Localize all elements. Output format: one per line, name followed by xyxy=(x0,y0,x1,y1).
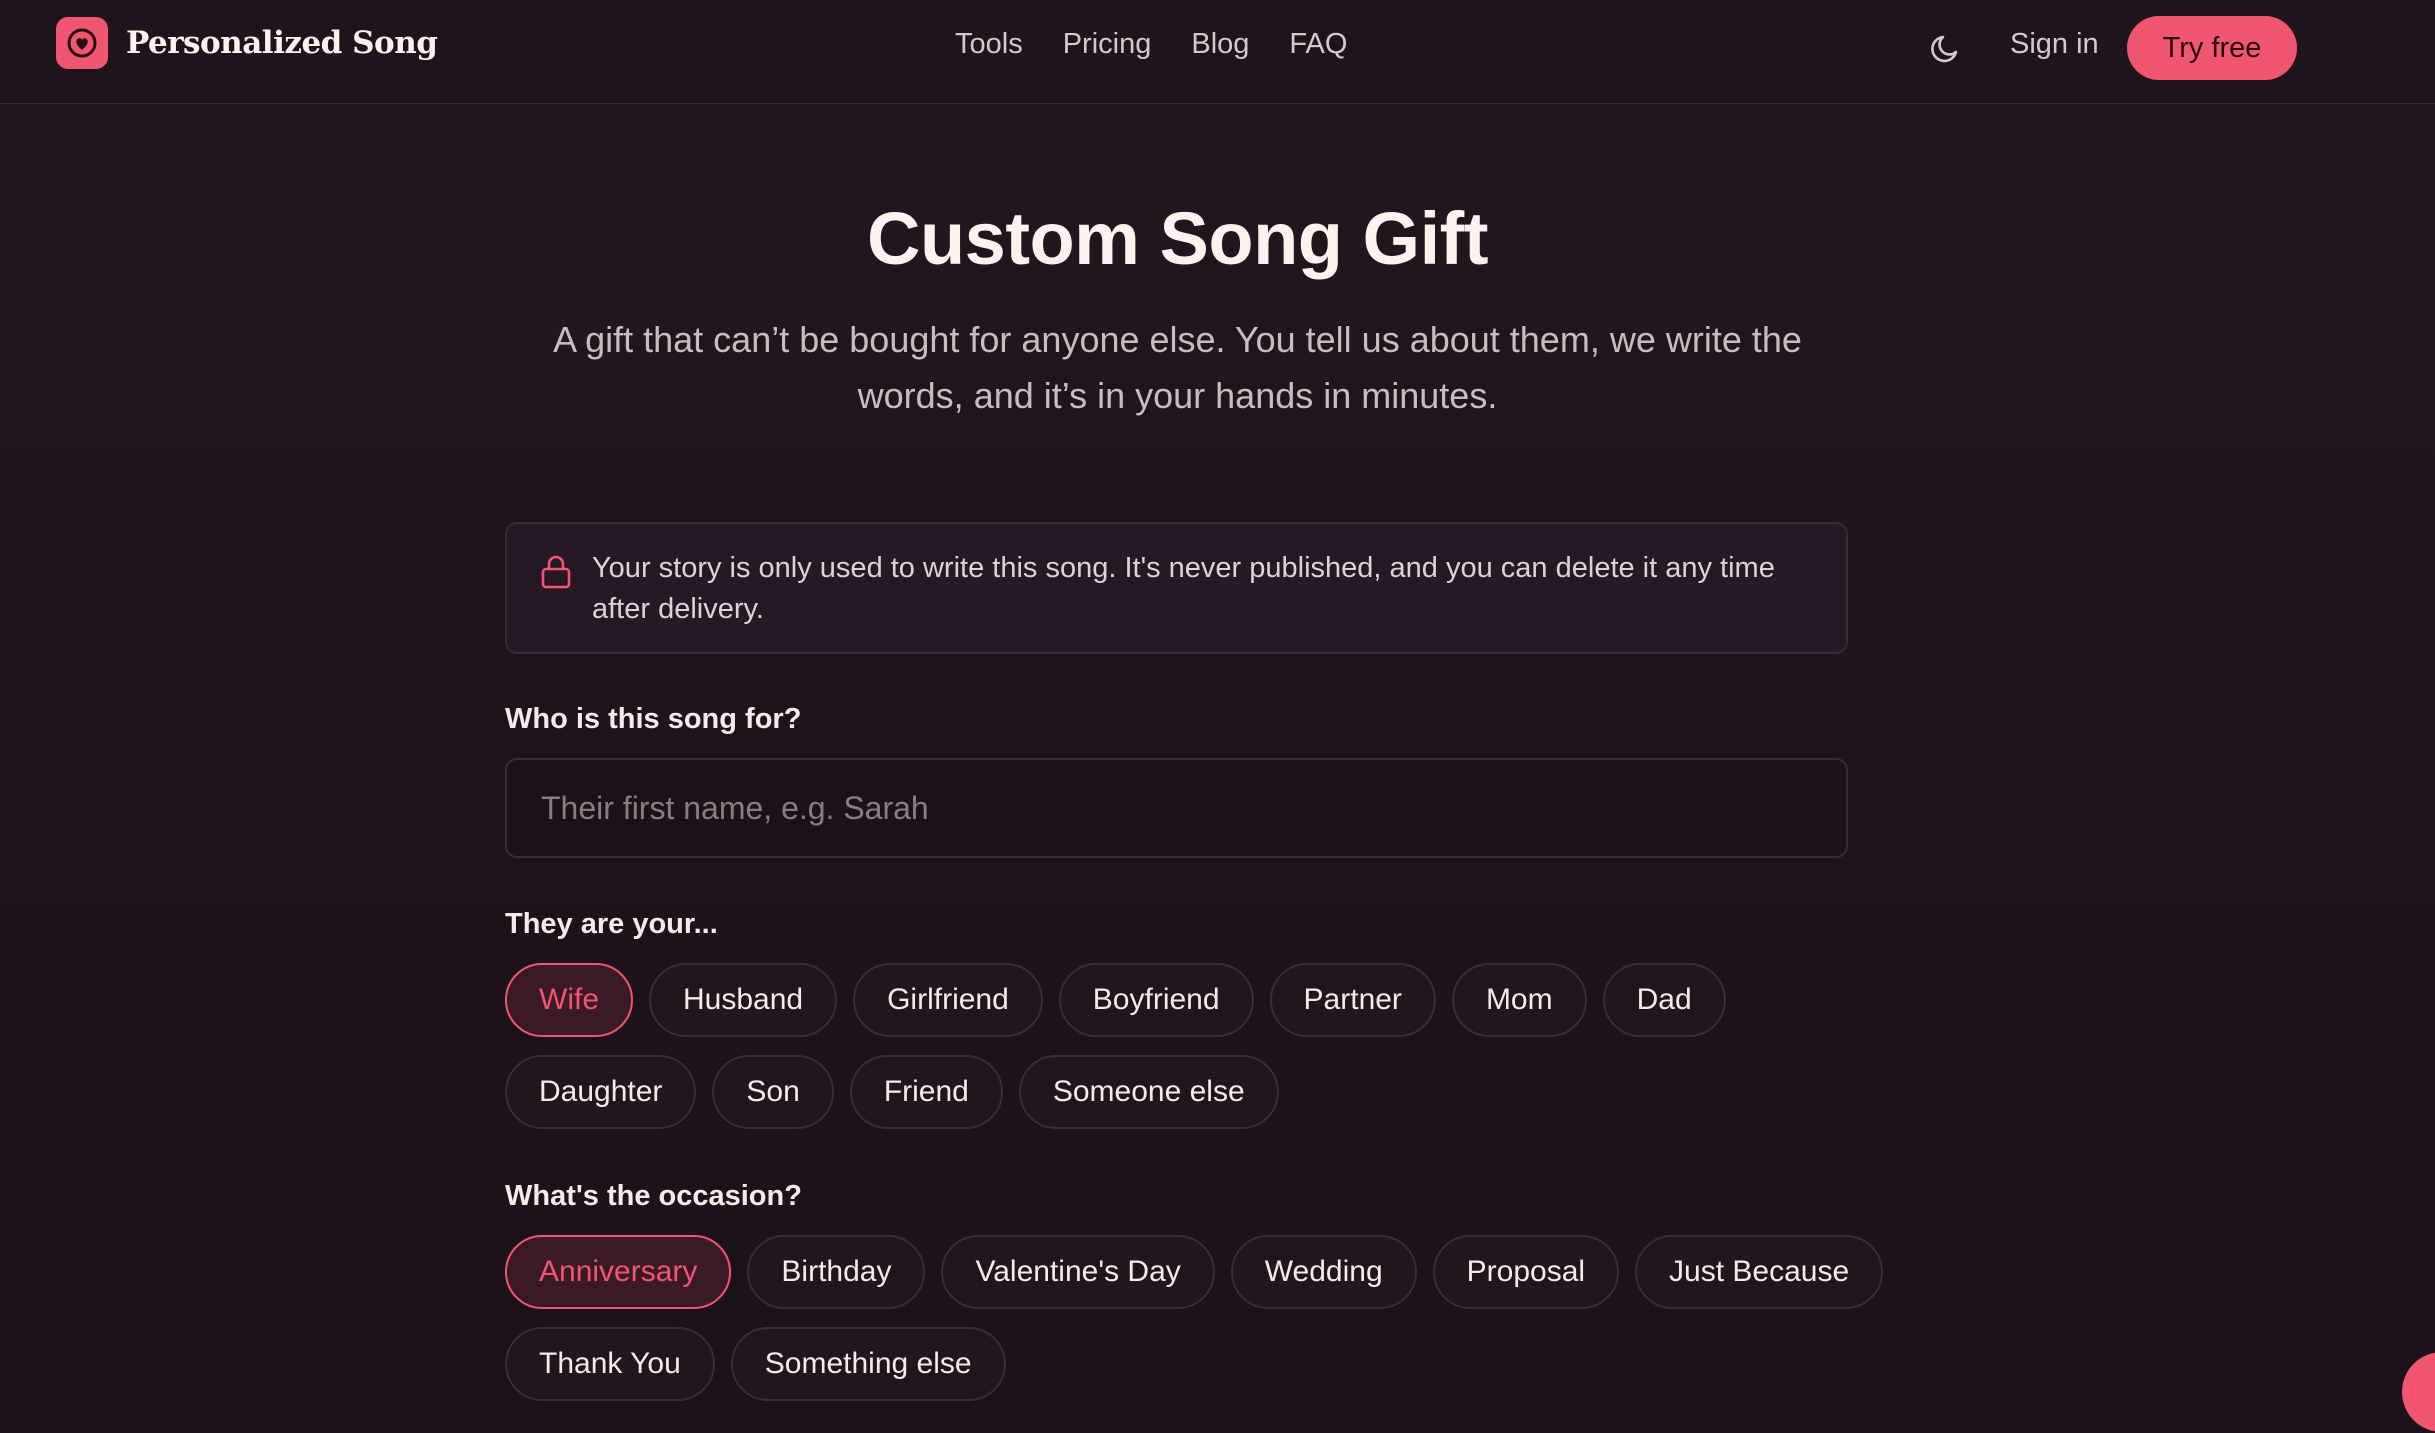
relation-chip-son[interactable]: Son xyxy=(712,1055,834,1129)
occasion-chip-anniversary[interactable]: Anniversary xyxy=(505,1235,732,1309)
privacy-notice: Your story is only used to write this so… xyxy=(505,522,1848,654)
nav-faq[interactable]: FAQ xyxy=(1289,28,1347,61)
relation-chip-partner[interactable]: Partner xyxy=(1269,963,1436,1037)
relation-options: Wife Husband Girlfriend Boyfriend Partne… xyxy=(505,963,1885,1129)
occasion-chip-something-else[interactable]: Something else xyxy=(730,1327,1006,1401)
occasion-label: What's the occasion? xyxy=(505,1180,802,1212)
occasion-chip-thank-you[interactable]: Thank You xyxy=(505,1327,715,1401)
page-subtitle: A gift that can’t be bought for anyone e… xyxy=(553,319,1802,416)
brand-logo[interactable]: Personalized Song xyxy=(56,17,438,69)
moon-icon[interactable] xyxy=(1928,30,1964,66)
page-title: Custom Song Gift xyxy=(867,197,1488,280)
occasion-chip-wedding[interactable]: Wedding xyxy=(1230,1235,1417,1309)
relation-chip-friend[interactable]: Friend xyxy=(849,1055,1003,1129)
lock-icon xyxy=(539,554,573,590)
occasion-chip-birthday[interactable]: Birthday xyxy=(747,1235,926,1309)
nav-pricing[interactable]: Pricing xyxy=(1063,28,1152,61)
relation-chip-someone-else[interactable]: Someone else xyxy=(1018,1055,1279,1129)
occasion-chip-valentines-day[interactable]: Valentine's Day xyxy=(941,1235,1215,1309)
recipient-name-label: Who is this song for? xyxy=(505,703,802,735)
relation-chip-girlfriend[interactable]: Girlfriend xyxy=(853,963,1043,1037)
chat-widget-button[interactable] xyxy=(2402,1352,2435,1432)
nav-blog[interactable]: Blog xyxy=(1191,28,1249,61)
relation-chip-dad[interactable]: Dad xyxy=(1602,963,1726,1037)
relation-label: They are your... xyxy=(505,908,718,940)
top-navbar: Personalized Song Tools Pricing Blog FAQ… xyxy=(0,0,2435,104)
main-nav: Tools Pricing Blog FAQ xyxy=(955,28,1347,61)
brand-name: Personalized Song xyxy=(126,25,438,61)
heart-icon xyxy=(56,17,108,69)
occasion-chip-proposal[interactable]: Proposal xyxy=(1432,1235,1620,1309)
occasion-chip-just-because[interactable]: Just Because xyxy=(1635,1235,1884,1309)
privacy-notice-text: Your story is only used to write this so… xyxy=(592,552,1775,625)
try-free-button[interactable]: Try free xyxy=(2127,16,2297,80)
recipient-name-input[interactable] xyxy=(505,758,1848,858)
relation-chip-mom[interactable]: Mom xyxy=(1451,963,1587,1037)
sign-in-link[interactable]: Sign in xyxy=(2010,28,2099,61)
relation-chip-wife[interactable]: Wife xyxy=(505,963,633,1037)
occasion-options: Anniversary Birthday Valentine's Day Wed… xyxy=(505,1235,1885,1401)
relation-chip-boyfriend[interactable]: Boyfriend xyxy=(1058,963,1254,1037)
nav-tools[interactable]: Tools xyxy=(955,28,1023,61)
relation-chip-husband[interactable]: Husband xyxy=(649,963,838,1037)
relation-chip-daughter[interactable]: Daughter xyxy=(505,1055,697,1129)
